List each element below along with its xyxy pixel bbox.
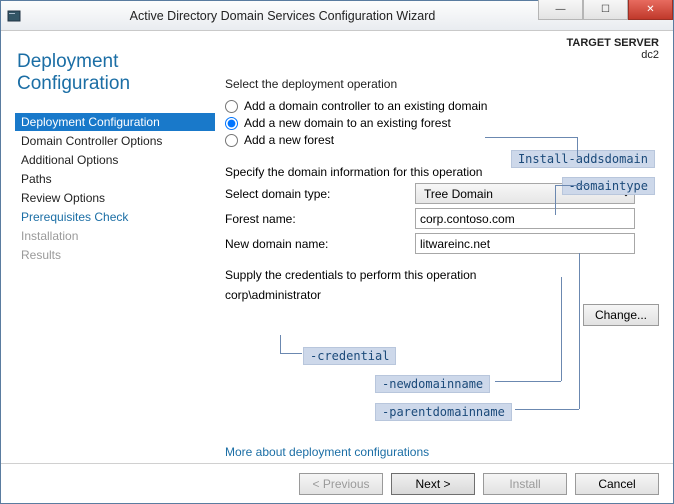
- cancel-button[interactable]: Cancel: [575, 473, 659, 495]
- callout-line: [495, 381, 561, 382]
- callout-line: [555, 185, 589, 186]
- install-button: Install: [483, 473, 567, 495]
- radio-label-new-forest: Add a new forest: [244, 133, 334, 147]
- radio-label-add-domain: Add a new domain to an existing forest: [244, 116, 451, 130]
- radio-add-dc-existing-domain[interactable]: [225, 100, 238, 113]
- next-button[interactable]: Next >: [391, 473, 475, 495]
- callout-line: [280, 335, 281, 353]
- domain-type-label: Select domain type:: [225, 187, 415, 201]
- callout-newdomainname: -newdomainname: [375, 375, 490, 393]
- previous-button: < Previous: [299, 473, 383, 495]
- radio-add-domain-existing-forest[interactable]: [225, 117, 238, 130]
- new-domain-name-label: New domain name:: [225, 237, 415, 251]
- callout-line: [485, 137, 577, 138]
- nav-deployment-configuration[interactable]: Deployment Configuration: [15, 113, 215, 131]
- callout-line: [515, 409, 579, 410]
- main-panel: TARGET SERVER dc2 Select the deployment …: [225, 37, 659, 463]
- wizard-nav: Deployment Configuration Domain Controll…: [15, 113, 215, 264]
- more-about-link[interactable]: More about deployment configurations: [225, 445, 429, 459]
- nav-additional-options[interactable]: Additional Options: [15, 151, 215, 169]
- change-credentials-button[interactable]: Change...: [583, 304, 659, 326]
- callout-line: [561, 277, 562, 381]
- nav-paths[interactable]: Paths: [15, 170, 215, 188]
- select-operation-label: Select the deployment operation: [225, 77, 659, 91]
- wizard-footer: < Previous Next > Install Cancel: [1, 463, 673, 503]
- callout-domaintype: -domaintype: [562, 177, 655, 195]
- callout-line: [280, 353, 302, 354]
- callout-line: [579, 253, 580, 409]
- target-server-value: dc2: [567, 49, 660, 61]
- close-button[interactable]: ✕: [628, 0, 673, 20]
- callout-credential: -credential: [303, 347, 396, 365]
- minimize-button[interactable]: —: [538, 0, 583, 20]
- credentials-value: corp\administrator: [225, 288, 659, 302]
- radio-label-add-dc: Add a domain controller to an existing d…: [244, 99, 487, 113]
- page-title: Deployment Configuration: [15, 37, 215, 113]
- new-domain-name-input[interactable]: [415, 233, 635, 254]
- nav-installation: Installation: [15, 227, 215, 245]
- nav-domain-controller-options[interactable]: Domain Controller Options: [15, 132, 215, 150]
- forest-name-label: Forest name:: [225, 212, 415, 226]
- forest-name-input[interactable]: [415, 208, 635, 229]
- target-server: TARGET SERVER dc2: [567, 37, 660, 61]
- callout-install-addsdomain: Install-addsdomain: [511, 150, 655, 168]
- maximize-button[interactable]: ☐: [583, 0, 628, 20]
- callout-line: [577, 137, 578, 157]
- callout-line: [555, 185, 556, 215]
- window-title: Active Directory Domain Services Configu…: [27, 9, 538, 23]
- callout-parentdomainname: -parentdomainname: [375, 403, 512, 421]
- nav-results: Results: [15, 246, 215, 264]
- target-server-label: TARGET SERVER: [567, 37, 660, 49]
- supply-credentials-label: Supply the credentials to perform this o…: [225, 268, 659, 282]
- nav-prerequisites-check[interactable]: Prerequisites Check: [15, 208, 215, 226]
- app-icon: [1, 1, 27, 31]
- titlebar: Active Directory Domain Services Configu…: [1, 1, 673, 31]
- radio-add-new-forest[interactable]: [225, 134, 238, 147]
- nav-review-options[interactable]: Review Options: [15, 189, 215, 207]
